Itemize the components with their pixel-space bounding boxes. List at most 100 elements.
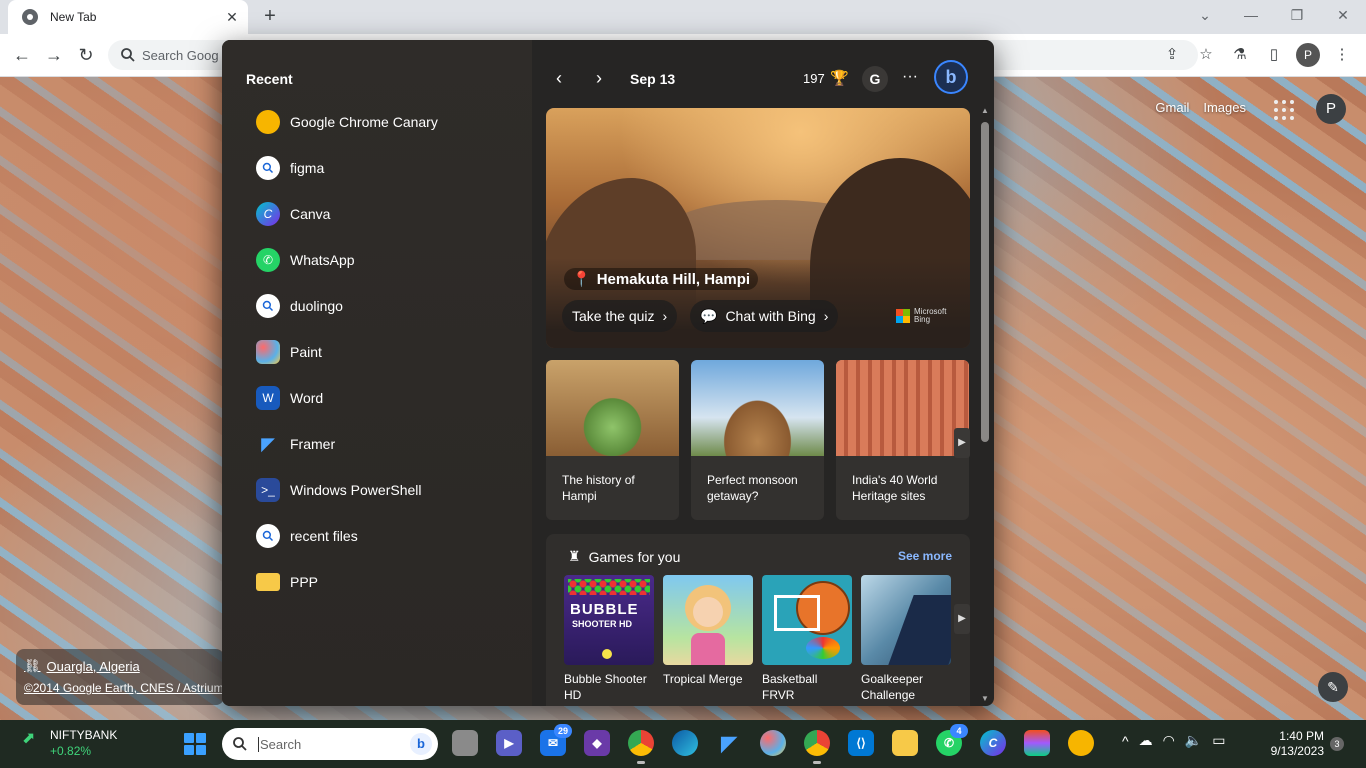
bing-chat-button[interactable]: b	[934, 60, 968, 94]
rewards-points[interactable]: 197	[803, 71, 825, 86]
teams-chat-icon[interactable]: ▶	[496, 730, 522, 756]
share-icon[interactable]: ⇪	[1160, 43, 1184, 67]
scroll-thumb[interactable]	[981, 122, 989, 442]
game-tile[interactable]: BUBBLE SHOOTER HD Bubble Shooter HD	[564, 575, 654, 703]
recent-item-ppp[interactable]: PPP	[256, 566, 516, 598]
game-title: Goalkeeper Challenge	[861, 672, 924, 702]
game-tile[interactable]: Basketball FRVR	[762, 575, 852, 703]
battery-icon[interactable]: ▭	[1212, 732, 1225, 749]
hero-location[interactable]: 📍 Hemakuta Hill, Hampi	[564, 268, 759, 290]
volume-icon[interactable]: 🔈	[1185, 732, 1202, 749]
story-card[interactable]: Perfect monsoon getaway?	[691, 360, 824, 520]
mail-icon[interactable]: ✉ 29	[540, 724, 572, 756]
recent-item-paint[interactable]: Paint	[256, 336, 516, 368]
tab-search-button[interactable]: ⌄	[1182, 0, 1228, 30]
back-button[interactable]: ←	[10, 43, 34, 67]
windows-start-icon[interactable]	[184, 733, 206, 755]
account-g-button[interactable]: G	[862, 66, 888, 92]
tab-close-button[interactable]: ✕	[222, 9, 242, 26]
bookmark-star-icon[interactable]: ☆	[1194, 43, 1218, 67]
game-tile[interactable]: Tropical Merge	[663, 575, 753, 687]
game-tile[interactable]: Goalkeeper Challenge	[861, 575, 951, 703]
visual-studio-icon[interactable]: ◆	[584, 730, 610, 756]
taskbar-search-box[interactable]: Search b	[222, 728, 438, 760]
recent-item-whatsapp[interactable]: ✆ WhatsApp	[256, 244, 516, 276]
onedrive-icon[interactable]: ☁	[1139, 732, 1153, 749]
image-credit-link[interactable]: ©2014 Google Earth, CNES / Astrium	[24, 681, 224, 695]
reload-button[interactable]: ↻	[74, 43, 98, 67]
customize-pencil-button[interactable]: ✎	[1318, 672, 1348, 702]
close-window-button[interactable]: ✕	[1320, 0, 1366, 30]
recent-item-label: figma	[290, 160, 325, 176]
google-apps-icon[interactable]	[1274, 100, 1294, 120]
recent-item-powershell[interactable]: >_ Windows PowerShell	[256, 474, 516, 506]
profile-avatar[interactable]: P	[1296, 43, 1320, 67]
file-explorer-icon[interactable]	[892, 730, 918, 756]
chevron-right-icon: ›	[823, 308, 829, 324]
story-image	[546, 360, 679, 456]
scroll-down-arrow-icon[interactable]: ▼	[978, 694, 992, 703]
chrome-icon[interactable]	[628, 730, 654, 764]
search-icon	[121, 48, 135, 62]
next-day-button[interactable]: ›	[596, 68, 602, 89]
images-link[interactable]: Images	[1203, 100, 1246, 115]
framer-icon[interactable]: ◤	[716, 730, 742, 756]
microsoft-logo-icon	[896, 309, 910, 323]
canva-icon[interactable]: C	[980, 730, 1006, 756]
recent-item-duolingo[interactable]: duolingo	[256, 290, 516, 322]
chat-with-bing-button[interactable]: 💬 Chat with Bing ›	[690, 300, 839, 332]
previous-day-button[interactable]: ‹	[556, 68, 562, 89]
games-next-button[interactable]: ▶	[954, 604, 970, 634]
restore-button[interactable]: ❐	[1274, 0, 1320, 30]
recent-item-label: duolingo	[290, 298, 343, 314]
chrome-canary-icon	[256, 110, 280, 134]
recent-item-chrome-canary[interactable]: Google Chrome Canary	[256, 106, 516, 138]
hero-location-label: Hemakuta Hill, Hampi	[596, 270, 751, 288]
side-panel-icon[interactable]: ▯	[1262, 43, 1286, 67]
search-icon	[256, 156, 280, 180]
notification-count-badge[interactable]: 3	[1330, 737, 1344, 751]
take-quiz-button[interactable]: Take the quiz ›	[562, 300, 678, 332]
menu-kebab-icon[interactable]: ⋮	[1330, 43, 1354, 67]
task-view-icon[interactable]	[452, 730, 478, 756]
search-icon	[256, 294, 280, 318]
tab-new-tab[interactable]: New Tab ✕	[8, 0, 248, 34]
extensions-icon[interactable]: ⚗	[1228, 43, 1252, 67]
game-image	[861, 575, 951, 665]
chrome-profile-icon[interactable]	[804, 730, 830, 764]
stock-ticker-widget[interactable]: NIFTYBANK +0.82%	[50, 728, 117, 758]
gmail-link[interactable]: Gmail	[1155, 100, 1189, 115]
location-link[interactable]: ⛓ Ouargla, Algeria	[24, 658, 140, 674]
system-clock[interactable]: 1:40 PM 9/13/2023	[1262, 729, 1324, 759]
game-controller-icon: ♜	[568, 548, 581, 564]
recent-item-framer[interactable]: ◤ Framer	[256, 428, 516, 460]
story-card[interactable]: India's 40 World Heritage sites	[836, 360, 969, 520]
recent-item-canva[interactable]: C Canva	[256, 198, 516, 230]
bing-icon[interactable]: b	[410, 733, 432, 755]
whatsapp-icon[interactable]: ✆ 4	[936, 724, 968, 756]
cards-next-button[interactable]: ▶	[954, 428, 970, 458]
new-tab-button[interactable]: +	[258, 4, 282, 28]
scroll-up-arrow-icon[interactable]: ▲	[978, 106, 992, 115]
figma-icon[interactable]	[1024, 730, 1050, 756]
feed-scrollbar[interactable]: ▲ ▼	[978, 106, 992, 706]
recent-item-label: Canva	[290, 206, 331, 222]
wifi-icon[interactable]: ◠	[1163, 732, 1175, 749]
chrome-canary-icon[interactable]	[1068, 730, 1094, 756]
games-header: ♜ Games for you	[568, 548, 680, 565]
recent-item-word[interactable]: W Word	[256, 382, 516, 414]
google-account-avatar[interactable]: P	[1316, 94, 1346, 124]
hero-image-card[interactable]: 📍 Hemakuta Hill, Hampi Take the quiz › 💬…	[546, 108, 970, 348]
recent-item-recent-files[interactable]: recent files	[256, 520, 516, 552]
forward-button[interactable]: →	[42, 43, 66, 67]
minimize-button[interactable]: —	[1228, 0, 1274, 30]
recent-item-figma[interactable]: figma	[256, 152, 516, 184]
vscode-icon[interactable]: ⟨⟩	[848, 730, 874, 756]
see-more-link[interactable]: See more	[898, 549, 952, 563]
paint-icon[interactable]	[760, 730, 786, 756]
show-hidden-icons-chevron-icon[interactable]: ^	[1122, 733, 1129, 749]
story-card[interactable]: The history of Hampi	[546, 360, 679, 520]
more-options-icon[interactable]: ···	[902, 68, 918, 86]
feed-header: ‹ › Sep 13 197 🏆 G ··· b	[546, 60, 976, 94]
edge-icon[interactable]	[672, 730, 698, 756]
